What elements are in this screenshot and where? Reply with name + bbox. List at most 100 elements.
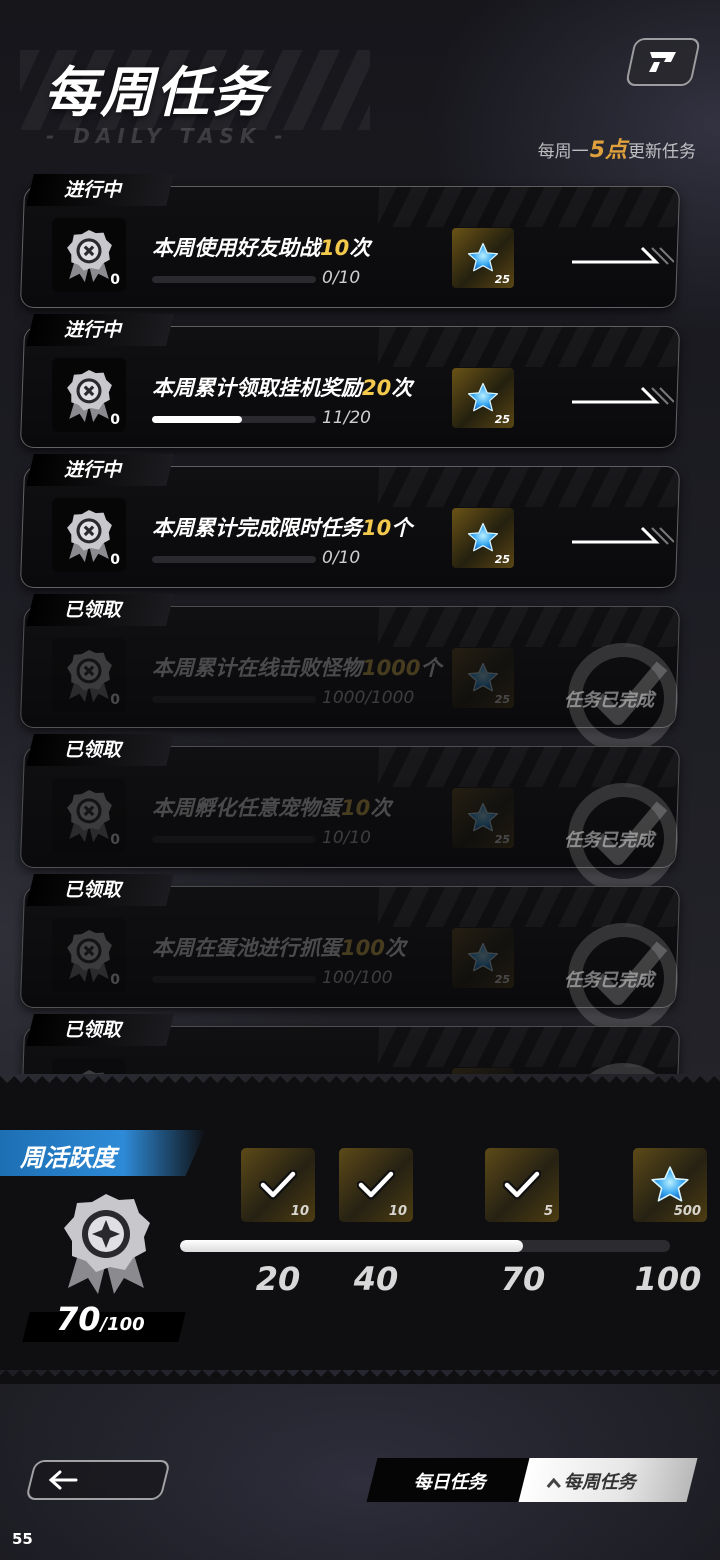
task-status-tag: 已领取	[26, 1014, 174, 1046]
task-title: 本周累计领取挂机奖励20次	[152, 372, 412, 402]
milestone-reward[interactable]: 10	[241, 1148, 315, 1222]
task-complete-label: 任务已完成	[564, 830, 654, 851]
task-progress-bar	[152, 416, 316, 423]
task-tabs: 每日任务 每周任务	[366, 1458, 698, 1502]
task-card[interactable]: 已领取 0 本周累计在线击败怪物1000个 1000/1000 25 任务已完成	[19, 590, 682, 753]
task-progress-fill	[152, 416, 243, 423]
task-title: 本周在蛋池进行抓蛋100次	[152, 932, 406, 962]
tab-weekly-label: 每周任务	[563, 1472, 636, 1493]
task-reward[interactable]: 25	[452, 788, 514, 848]
activity-label: 周活跃度	[20, 1144, 116, 1172]
task-title-number: 10	[320, 236, 350, 260]
task-status-tag: 已领取	[26, 594, 174, 626]
milestone-reward[interactable]: 500	[633, 1148, 707, 1222]
activity-progress-fill	[180, 1240, 523, 1252]
blue-star-icon	[467, 942, 499, 972]
activity-label-banner: 周活跃度	[0, 1130, 206, 1176]
task-progress-text: 0/10	[322, 268, 361, 288]
task-card[interactable]: 进行中 0 本周累计领取挂机奖励20次 11/20 25	[19, 310, 682, 450]
task-title-number: 100	[341, 936, 385, 960]
task-medal: 0	[52, 358, 126, 432]
task-title-unit: 个	[391, 516, 413, 540]
task-reward[interactable]	[452, 1068, 514, 1074]
refresh-time: 5点	[589, 138, 627, 163]
task-progress-bar	[152, 556, 316, 563]
task-card[interactable]: 进行中 0 本周使用好友助战10次 0/10 25	[19, 170, 682, 310]
task-title: 本周孵化任意宠物蛋10次	[152, 792, 391, 822]
task-status: 已领取	[64, 739, 122, 761]
task-reward[interactable]: 25	[452, 928, 514, 988]
task-title-text: 本周累计在线击败怪物	[152, 656, 362, 680]
task-title-unit: 个	[420, 656, 442, 680]
task-complete-stamp-icon	[590, 1063, 656, 1074]
blue-star-icon	[467, 522, 499, 552]
reward-count: 25	[494, 693, 510, 706]
task-card[interactable]: 已领取 0 本周在蛋池进行抓蛋100次 100/100 25 任务已完成	[19, 870, 682, 1033]
reward-count: 25	[494, 973, 510, 986]
medal-icon	[67, 370, 112, 423]
milestone-reward[interactable]: 5	[485, 1148, 559, 1222]
task-progress-bar	[152, 836, 316, 843]
page-title: 每周任务	[44, 61, 268, 124]
task-title-number: 20	[362, 376, 392, 400]
task-medal: 0	[52, 638, 126, 712]
task-title-text: 本周在蛋池进行抓蛋	[152, 936, 341, 960]
task-title-unit: 次	[391, 376, 413, 400]
task-medal	[52, 1058, 126, 1074]
task-title-number: 1000	[362, 656, 421, 680]
medal-icon	[82, 1070, 105, 1074]
task-title-text: 本周累计完成限时任务	[152, 516, 362, 540]
go-button[interactable]	[570, 524, 675, 552]
task-list[interactable]: 进行中 0 本周使用好友助战10次 0/10 25 进行中 0 本周累计领取挂机奖励20次 11…	[14, 170, 694, 1074]
task-status-tag: 已领取	[26, 874, 174, 906]
task-title-text: 本周累计领取挂机奖励	[152, 376, 362, 400]
task-reward[interactable]: 25	[452, 228, 514, 288]
go-button[interactable]	[570, 244, 675, 272]
task-progress-bar	[152, 976, 316, 983]
milestone-value: 70	[500, 1260, 546, 1298]
tab-weekly-tasks[interactable]: 每周任务	[518, 1458, 698, 1502]
task-card[interactable]: 已领取	[19, 1010, 682, 1074]
task-complete-stamp	[558, 1056, 688, 1074]
reward-count: 25	[494, 833, 510, 846]
task-title-number: 10	[362, 516, 392, 540]
task-card[interactable]: 进行中 0 本周累计完成限时任务10个 0/10 25	[19, 450, 682, 590]
task-card[interactable]: 已领取 0 本周孵化任意宠物蛋10次 10/10 25 任务已完成	[19, 730, 682, 893]
medal-count: 0	[110, 272, 120, 288]
medal-icon	[67, 230, 112, 283]
task-reward[interactable]: 25	[452, 648, 514, 708]
milestone-count: 500	[673, 1204, 701, 1219]
task-reward[interactable]: 25	[452, 368, 514, 428]
medal-icon	[67, 650, 112, 703]
activity-medal-icon	[64, 1194, 150, 1294]
milestone-value: 100	[634, 1260, 702, 1298]
medal-count: 0	[110, 552, 120, 568]
task-title-unit: 次	[349, 236, 371, 260]
go-arrow-icon	[572, 386, 675, 405]
reward-count: 25	[494, 273, 510, 286]
panel-edge	[0, 1076, 720, 1090]
task-title: 本周累计完成限时任务10个	[152, 512, 412, 542]
menu-button[interactable]	[624, 38, 702, 86]
go-button[interactable]	[570, 384, 675, 412]
task-title-unit: 次	[370, 796, 392, 820]
task-title-text: 本周使用好友助战	[152, 236, 320, 260]
task-title: 本周使用好友助战10次	[152, 232, 370, 262]
task-status-tag: 进行中	[26, 454, 174, 486]
task-medal: 0	[52, 498, 126, 572]
milestone-reward[interactable]: 10	[339, 1148, 413, 1222]
milestone-count: 10	[290, 1204, 309, 1219]
task-status-tag: 进行中	[26, 174, 174, 206]
weekly-activity-panel: 周活跃度 70/100 10 20 10 40 5 70 500 100	[0, 1076, 720, 1384]
task-progress-bar	[152, 696, 316, 703]
refresh-prefix: 每周一	[537, 142, 589, 162]
task-progress-bar	[152, 276, 316, 283]
medal-count: 0	[110, 972, 120, 988]
task-status-tag: 进行中	[26, 314, 174, 346]
medal-count: 0	[110, 832, 120, 848]
milestone-count: 5	[543, 1204, 553, 1219]
reward-count: 25	[494, 553, 510, 566]
back-button[interactable]	[25, 1460, 171, 1500]
task-reward[interactable]: 25	[452, 508, 514, 568]
task-progress-text: 1000/1000	[322, 688, 415, 708]
